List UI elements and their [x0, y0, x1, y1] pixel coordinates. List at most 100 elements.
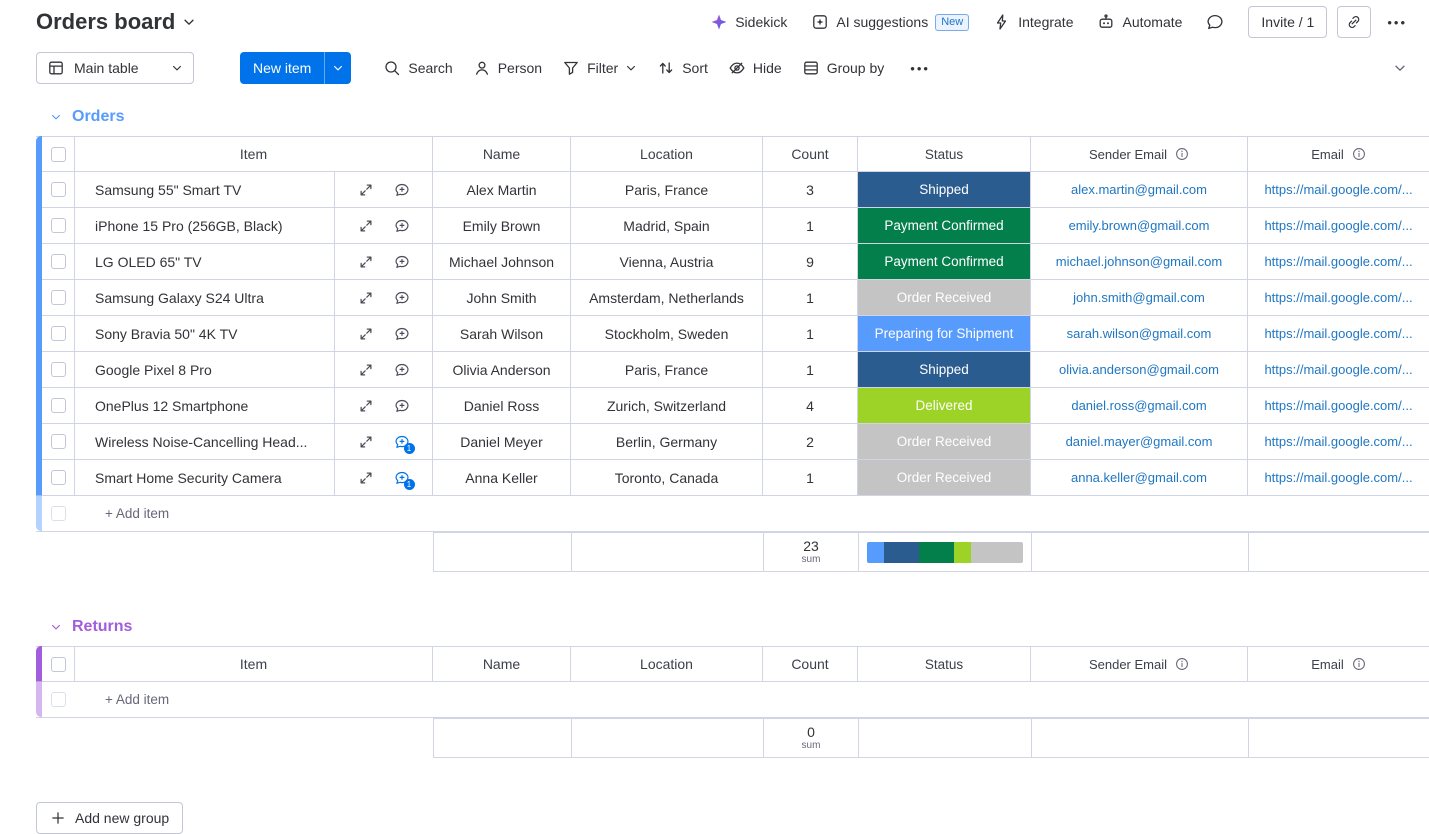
- add-update-icon[interactable]: [394, 290, 410, 306]
- column-header-sender-email[interactable]: Sender Email: [1031, 137, 1248, 171]
- add-update-icon[interactable]: [394, 182, 410, 198]
- sidekick-button[interactable]: Sidekick: [710, 13, 787, 31]
- search-button[interactable]: Search: [373, 52, 462, 84]
- item-cell[interactable]: Smart Home Security Camera: [75, 460, 335, 495]
- info-icon[interactable]: [1352, 147, 1366, 161]
- email-link-cell[interactable]: https://mail.google.com/...: [1248, 316, 1429, 351]
- location-cell[interactable]: Zurich, Switzerland: [571, 388, 763, 423]
- add-new-group-button[interactable]: Add new group: [36, 802, 184, 834]
- location-cell[interactable]: Berlin, Germany: [571, 424, 763, 459]
- status-cell[interactable]: Order Received: [858, 280, 1031, 315]
- column-header-count[interactable]: Count: [763, 647, 858, 681]
- name-cell[interactable]: Emily Brown: [433, 208, 571, 243]
- status-distribution-cell[interactable]: [859, 533, 1032, 571]
- item-cell[interactable]: OnePlus 12 Smartphone: [75, 388, 335, 423]
- updates-icon[interactable]: 1: [394, 470, 415, 490]
- column-header-item[interactable]: Item: [75, 137, 433, 171]
- name-cell[interactable]: Alex Martin: [433, 172, 571, 207]
- email-link-cell[interactable]: https://mail.google.com/...: [1248, 208, 1429, 243]
- info-icon[interactable]: [1175, 147, 1189, 161]
- updates-icon[interactable]: 1: [394, 434, 415, 454]
- count-sum-cell[interactable]: 23 sum: [764, 533, 859, 571]
- status-cell[interactable]: Order Received: [858, 424, 1031, 459]
- invite-button[interactable]: Invite / 1: [1248, 6, 1328, 38]
- name-cell[interactable]: Anna Keller: [433, 460, 571, 495]
- count-cell[interactable]: 9: [763, 244, 858, 279]
- status-cell[interactable]: Shipped: [858, 352, 1031, 387]
- count-cell[interactable]: 1: [763, 316, 858, 351]
- group-by-button[interactable]: Group by: [792, 52, 895, 84]
- group-title[interactable]: Orders: [72, 108, 124, 126]
- name-cell[interactable]: Michael Johnson: [433, 244, 571, 279]
- board-title-menu[interactable]: Orders board: [36, 9, 196, 35]
- sender-email-cell[interactable]: sarah.wilson@gmail.com: [1031, 316, 1248, 351]
- open-item-icon[interactable]: [358, 290, 374, 306]
- count-cell[interactable]: 1: [763, 208, 858, 243]
- column-header-count[interactable]: Count: [763, 137, 858, 171]
- sender-email-cell[interactable]: daniel.mayer@gmail.com: [1031, 424, 1248, 459]
- open-item-icon[interactable]: [358, 254, 374, 270]
- item-cell[interactable]: Samsung Galaxy S24 Ultra: [75, 280, 335, 315]
- status-cell[interactable]: Payment Confirmed: [858, 244, 1031, 279]
- count-sum-cell[interactable]: 0 sum: [764, 719, 859, 757]
- open-item-icon[interactable]: [358, 218, 374, 234]
- location-cell[interactable]: Vienna, Austria: [571, 244, 763, 279]
- sender-email-cell[interactable]: anna.keller@gmail.com: [1031, 460, 1248, 495]
- name-cell[interactable]: John Smith: [433, 280, 571, 315]
- add-update-icon[interactable]: [394, 254, 410, 270]
- column-header-name[interactable]: Name: [433, 647, 571, 681]
- column-header-email[interactable]: Email: [1248, 647, 1429, 681]
- column-header-email[interactable]: Email: [1248, 137, 1429, 171]
- column-header-location[interactable]: Location: [571, 137, 763, 171]
- email-link-cell[interactable]: https://mail.google.com/...: [1248, 388, 1429, 423]
- sender-email-cell[interactable]: daniel.ross@gmail.com: [1031, 388, 1248, 423]
- info-icon[interactable]: [1175, 657, 1189, 671]
- name-cell[interactable]: Daniel Meyer: [433, 424, 571, 459]
- toolbar-more-button[interactable]: •••: [894, 52, 946, 84]
- automate-button[interactable]: Automate: [1097, 13, 1182, 31]
- item-cell[interactable]: LG OLED 65" TV: [75, 244, 335, 279]
- email-link-cell[interactable]: https://mail.google.com/...: [1248, 352, 1429, 387]
- sender-email-cell[interactable]: michael.johnson@gmail.com: [1031, 244, 1248, 279]
- email-link-cell[interactable]: https://mail.google.com/...: [1248, 280, 1429, 315]
- open-item-icon[interactable]: [358, 362, 374, 378]
- location-cell[interactable]: Amsterdam, Netherlands: [571, 280, 763, 315]
- new-item-dropdown[interactable]: [324, 52, 351, 84]
- add-update-icon[interactable]: [394, 218, 410, 234]
- sender-email-cell[interactable]: olivia.anderson@gmail.com: [1031, 352, 1248, 387]
- status-cell[interactable]: Delivered: [858, 388, 1031, 423]
- open-item-icon[interactable]: [358, 434, 374, 450]
- board-menu-button[interactable]: •••: [1381, 11, 1413, 34]
- item-cell[interactable]: Sony Bravia 50" 4K TV: [75, 316, 335, 351]
- new-item-button[interactable]: New item: [240, 52, 352, 84]
- collapse-group-icon[interactable]: [50, 111, 62, 123]
- hide-button[interactable]: Hide: [718, 52, 792, 84]
- email-link-cell[interactable]: https://mail.google.com/...: [1248, 172, 1429, 207]
- ai-suggestions-button[interactable]: AI suggestions New: [811, 13, 970, 31]
- person-filter-button[interactable]: Person: [463, 52, 552, 84]
- location-cell[interactable]: Paris, France: [571, 352, 763, 387]
- add-update-icon[interactable]: [394, 362, 410, 378]
- location-cell[interactable]: Toronto, Canada: [571, 460, 763, 495]
- add-update-icon[interactable]: [394, 398, 410, 414]
- item-cell[interactable]: Wireless Noise-Cancelling Head...: [75, 424, 335, 459]
- column-header-item[interactable]: Item: [75, 647, 433, 681]
- open-item-icon[interactable]: [358, 470, 374, 486]
- status-cell[interactable]: Shipped: [858, 172, 1031, 207]
- filter-button[interactable]: Filter: [552, 52, 647, 84]
- info-icon[interactable]: [1352, 657, 1366, 671]
- item-cell[interactable]: iPhone 15 Pro (256GB, Black): [75, 208, 335, 243]
- count-cell[interactable]: 1: [763, 280, 858, 315]
- status-cell[interactable]: Payment Confirmed: [858, 208, 1031, 243]
- name-cell[interactable]: Olivia Anderson: [433, 352, 571, 387]
- column-header-location[interactable]: Location: [571, 647, 763, 681]
- count-cell[interactable]: 4: [763, 388, 858, 423]
- open-item-icon[interactable]: [358, 398, 374, 414]
- column-header-name[interactable]: Name: [433, 137, 571, 171]
- sender-email-cell[interactable]: john.smith@gmail.com: [1031, 280, 1248, 315]
- status-cell[interactable]: Order Received: [858, 460, 1031, 495]
- email-link-cell[interactable]: https://mail.google.com/...: [1248, 244, 1429, 279]
- open-item-icon[interactable]: [358, 326, 374, 342]
- add-item-row[interactable]: + Add item: [36, 682, 1429, 718]
- view-selector[interactable]: Main table: [36, 52, 194, 84]
